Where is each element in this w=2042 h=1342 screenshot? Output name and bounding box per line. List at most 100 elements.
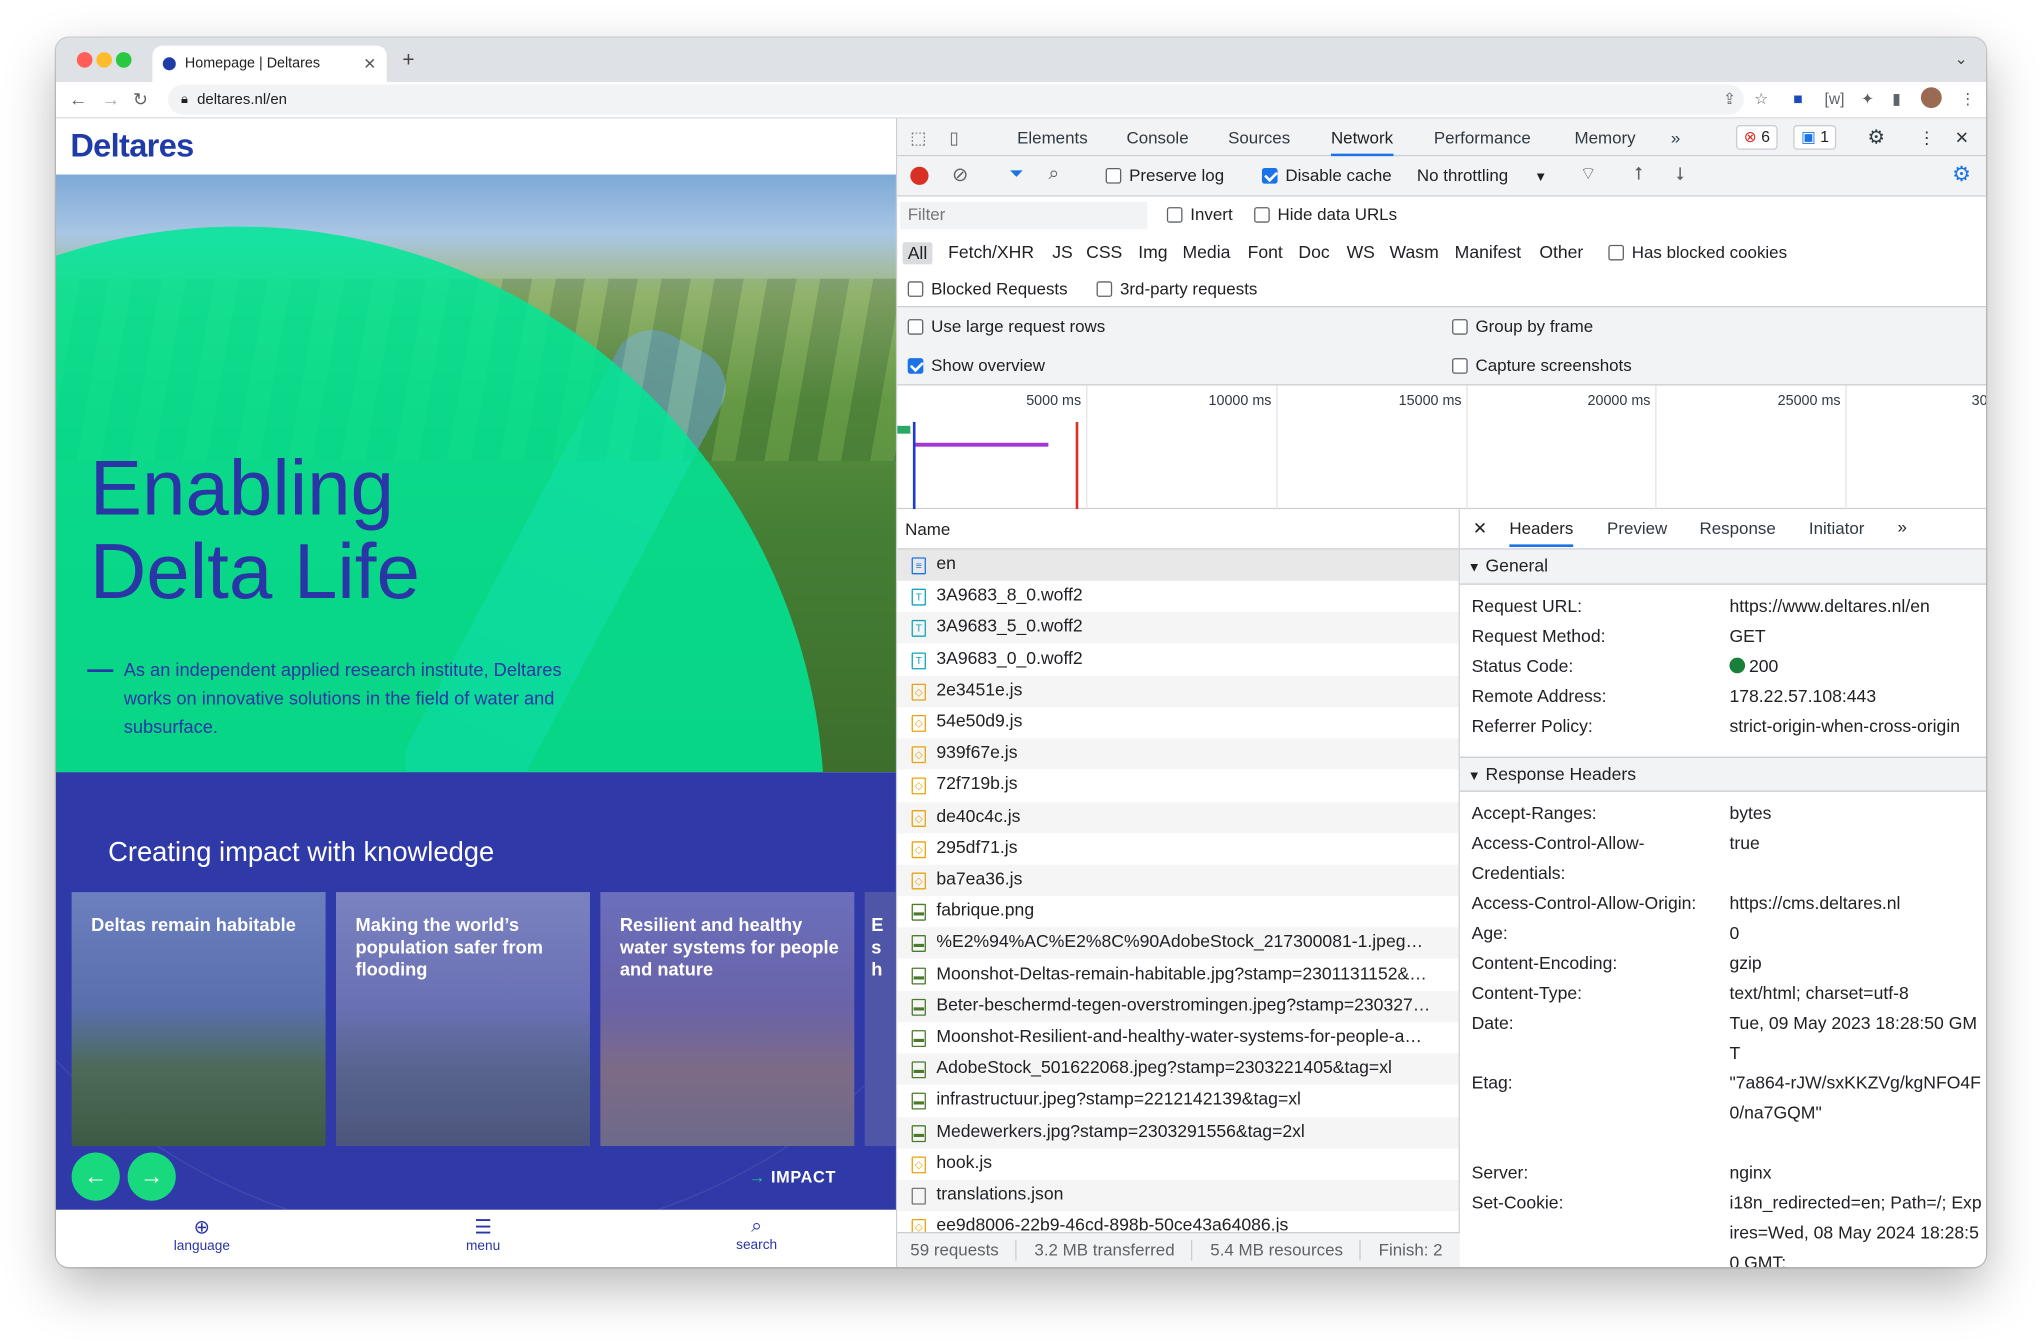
request-row[interactable]: ▬ Medewerkers.jpg?stamp=2303291556&tag=2x… — [897, 1116, 1459, 1149]
address-bar[interactable]: 🔒︎ deltares.nl/en — [167, 84, 1744, 115]
extension-icon[interactable]: ■ — [1793, 90, 1802, 108]
tab-memory[interactable]: Memory — [1574, 128, 1635, 148]
general-section-header[interactable]: ▼ General — [1459, 549, 1987, 585]
filter-input[interactable]: Filter — [899, 201, 1148, 230]
request-row[interactable]: ◇ 939f67e.js — [897, 738, 1459, 770]
details-tab-initiator[interactable]: Initiator — [1809, 518, 1865, 538]
errors-badge[interactable]: ⊗ 6 — [1735, 125, 1778, 150]
type-ws[interactable]: WS — [1347, 242, 1375, 262]
more-tabs-icon[interactable]: » — [1671, 128, 1680, 148]
close-details-icon[interactable]: ✕ — [1473, 518, 1487, 539]
type-wasm[interactable]: Wasm — [1390, 242, 1439, 262]
clear-icon[interactable]: ⊘ — [952, 163, 968, 186]
details-tab-response[interactable]: Response — [1700, 518, 1776, 538]
settings-gear-icon[interactable]: ⚙ — [1867, 125, 1885, 148]
request-row[interactable]: T 3A9683_5_0.woff2 — [897, 612, 1459, 644]
request-row[interactable]: ◇ 295df71.js — [897, 833, 1459, 865]
more-details-tabs-icon[interactable]: » — [1897, 517, 1906, 537]
request-row[interactable]: ▬ fabrique.png — [897, 896, 1459, 928]
card-resilient-water-systems[interactable]: Resilient and healthy water systems for … — [600, 892, 855, 1147]
messages-badge[interactable]: ▣ 1 — [1793, 125, 1837, 150]
inspect-element-icon[interactable]: ⬚ — [910, 128, 926, 149]
request-row[interactable]: translations.json — [897, 1179, 1459, 1212]
large-rows-checkbox[interactable]: Use large request rows — [907, 316, 1105, 336]
blocked-requests-checkbox[interactable]: Blocked Requests — [907, 279, 1068, 298]
card-deltas-habitable[interactable]: Deltas remain habitable — [71, 892, 326, 1147]
tab-network[interactable]: Network — [1330, 128, 1394, 157]
reload-icon[interactable]: ↻ — [133, 89, 148, 111]
search-network-icon[interactable]: ⌕ — [1048, 163, 1059, 185]
type-fetch-xhr[interactable]: Fetch/XHR — [948, 242, 1034, 262]
throttling-select[interactable]: No throttling ▼ — [1417, 165, 1547, 185]
preserve-log-checkbox[interactable]: Preserve log — [1105, 165, 1224, 185]
network-overview-timeline[interactable]: 5000 ms 10000 ms 15000 ms 20000 ms 25000… — [897, 385, 1987, 510]
third-party-checkbox[interactable]: 3rd-party requests — [1096, 279, 1257, 298]
type-manifest[interactable]: Manifest — [1455, 242, 1521, 262]
details-tab-preview[interactable]: Preview — [1607, 518, 1667, 538]
extension-w-icon[interactable]: [w] — [1825, 90, 1845, 108]
tab-elements[interactable]: Elements — [1017, 128, 1088, 148]
type-other[interactable]: Other — [1539, 242, 1583, 262]
request-row[interactable]: ≡ en — [897, 549, 1459, 581]
type-img[interactable]: Img — [1138, 242, 1167, 262]
request-row[interactable]: ◇ hook.js — [897, 1148, 1459, 1180]
network-settings-gear-icon[interactable]: ⚙ — [1952, 161, 1971, 187]
request-row[interactable]: ▬ Beter-beschermd-tegen-overstromingen.jp… — [897, 990, 1459, 1023]
capture-screenshots-checkbox[interactable]: Capture screenshots — [1452, 356, 1632, 375]
side-panel-icon[interactable]: ▮ — [1892, 90, 1901, 108]
request-row[interactable]: ▬ AdobeStock_501622068.jpeg?stamp=2303221… — [897, 1053, 1459, 1086]
request-row[interactable]: ◇ ee9d8006-22b9-46cd-898b-50ce43a64086.js — [897, 1211, 1459, 1232]
request-row[interactable]: ◇ 2e3451e.js — [897, 675, 1459, 707]
bookmark-star-icon[interactable]: ☆ — [1754, 90, 1768, 108]
name-column-header[interactable]: Name — [897, 509, 1459, 550]
new-tab-button[interactable]: + — [402, 49, 414, 72]
devtools-menu-icon[interactable]: ⋮ — [1918, 128, 1935, 149]
close-tab-icon[interactable]: ✕ — [363, 55, 376, 73]
group-by-frame-checkbox[interactable]: Group by frame — [1452, 316, 1593, 336]
tab-console[interactable]: Console — [1126, 128, 1188, 148]
invert-checkbox[interactable]: Invert — [1166, 204, 1233, 224]
request-row[interactable]: T 3A9683_8_0.woff2 — [897, 581, 1459, 613]
maximize-window-button[interactable] — [115, 52, 132, 68]
browser-menu-icon[interactable]: ⋮ — [1960, 90, 1976, 108]
details-tab-headers[interactable]: Headers — [1509, 518, 1574, 547]
record-icon[interactable] — [910, 166, 929, 185]
card-partial[interactable]: E s h — [864, 892, 896, 1147]
type-js[interactable]: JS — [1052, 242, 1073, 262]
filter-funnel-icon[interactable]: ⏷ — [1009, 163, 1024, 185]
profile-avatar[interactable] — [1920, 87, 1942, 109]
disable-cache-checkbox[interactable]: Disable cache — [1261, 165, 1392, 185]
request-row[interactable]: ▬ %E2%94%AC%E2%8C%90AdobeStock_217300081-… — [897, 927, 1459, 960]
carousel-prev-button[interactable]: ← — [71, 1152, 120, 1201]
request-row[interactable]: ◇ 54e50d9.js — [897, 707, 1459, 739]
type-css[interactable]: CSS — [1086, 242, 1122, 262]
response-headers-section-header[interactable]: ▼ Response Headers — [1459, 756, 1987, 792]
extensions-puzzle-icon[interactable]: ✦ — [1861, 90, 1874, 108]
type-font[interactable]: Font — [1248, 242, 1283, 262]
request-row[interactable]: ◇ de40c4c.js — [897, 801, 1459, 833]
request-row[interactable]: ◇ 72f719b.js — [897, 770, 1459, 802]
browser-tab[interactable]: Homepage | Deltares ✕ — [152, 45, 387, 83]
nav-menu[interactable]: ☰ menu — [431, 1215, 535, 1254]
tab-performance[interactable]: Performance — [1434, 128, 1531, 148]
carousel-next-button[interactable]: → — [127, 1152, 176, 1201]
request-row[interactable]: ▬ Moonshot-Resilient-and-healthy-water-sy… — [897, 1022, 1459, 1054]
forward-icon[interactable]: → — [102, 89, 120, 110]
type-media[interactable]: Media — [1182, 242, 1230, 262]
impact-link[interactable]: → IMPACT — [749, 1168, 836, 1186]
minimize-window-button[interactable] — [96, 52, 112, 68]
nav-search[interactable]: ⌕ search — [705, 1215, 809, 1253]
request-row[interactable]: T 3A9683_0_0.woff2 — [897, 644, 1459, 676]
request-row[interactable]: ◇ ba7ea36.js — [897, 864, 1459, 896]
has-blocked-cookies-checkbox[interactable]: Has blocked cookies — [1608, 242, 1787, 262]
close-devtools-icon[interactable]: ✕ — [1955, 128, 1969, 149]
export-har-icon[interactable]: ⭣ — [1676, 163, 1685, 185]
type-doc[interactable]: Doc — [1298, 242, 1329, 262]
show-overview-checkbox[interactable]: Show overview — [907, 356, 1045, 375]
device-toolbar-icon[interactable]: ▯ — [949, 128, 958, 149]
network-conditions-icon[interactable]: ⌔ — [1580, 163, 1597, 186]
tab-search-icon[interactable]: ⌄ — [1955, 49, 1968, 67]
type-all[interactable]: All — [902, 242, 933, 265]
nav-language[interactable]: ⊕ language — [150, 1215, 254, 1254]
request-row[interactable]: ▬ infrastructuur.jpeg?stamp=2212142139&ta… — [897, 1085, 1459, 1117]
